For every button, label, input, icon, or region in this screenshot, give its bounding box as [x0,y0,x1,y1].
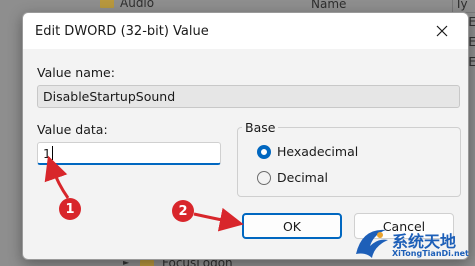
watermark-logo-icon [356,229,388,258]
step-badge-1: 1 [59,198,81,220]
watermark-url: XiTongTianDi.net [392,249,469,258]
arrow-to-value-data [44,155,70,199]
site-watermark: 系统天地 XiTongTianDi.net [352,222,475,266]
step-badge-2: 2 [172,200,194,222]
arrow-to-ok-button [193,207,244,232]
